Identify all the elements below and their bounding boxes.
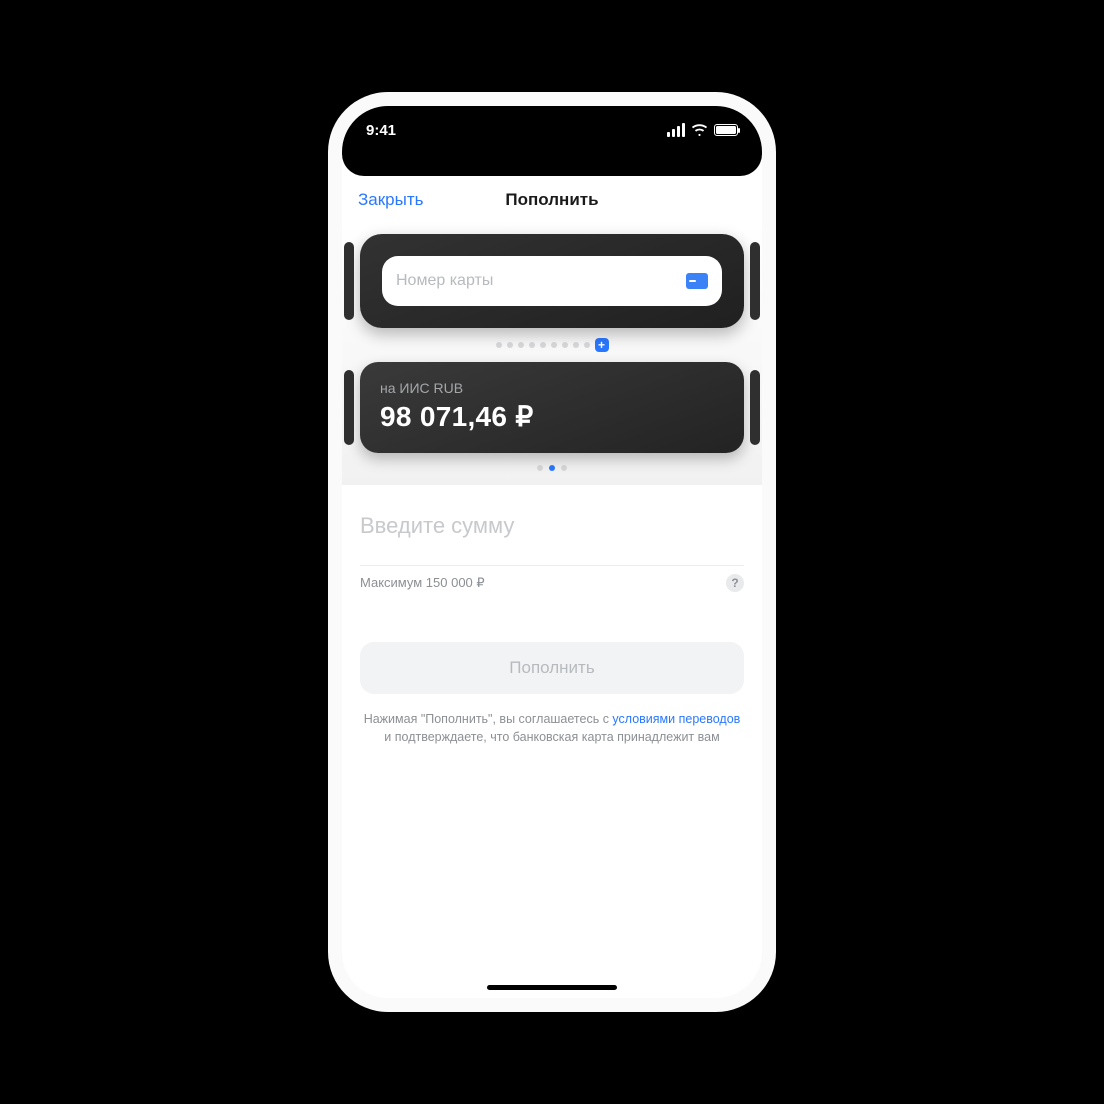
- submit-button[interactable]: Пополнить: [360, 642, 744, 694]
- status-indicators: [667, 123, 738, 137]
- card-carousels: Номер карты +: [342, 224, 762, 485]
- add-card-icon[interactable]: +: [595, 338, 609, 352]
- pager-dot[interactable]: [584, 342, 590, 348]
- amount-form: Введите сумму Максимум 150 000 ₽ ? Попол…: [342, 485, 762, 746]
- pager-dot[interactable]: [562, 342, 568, 348]
- pager-dot[interactable]: [529, 342, 535, 348]
- pager-dot[interactable]: [551, 342, 557, 348]
- status-time: 9:41: [366, 122, 396, 139]
- source-prev-peek[interactable]: [344, 242, 354, 320]
- pager-dot[interactable]: [573, 342, 579, 348]
- battery-icon: [714, 124, 738, 136]
- pager-dot[interactable]: [518, 342, 524, 348]
- pager-dot[interactable]: [507, 342, 513, 348]
- card-number-input[interactable]: Номер карты: [382, 256, 722, 306]
- source-pager: +: [342, 338, 762, 352]
- page-title: Пополнить: [505, 190, 598, 210]
- status-bar: 9:41: [342, 106, 762, 154]
- source-next-peek[interactable]: [750, 242, 760, 320]
- screen: 9:41 Закрыть Пополнить Номер карты: [342, 106, 762, 998]
- home-indicator[interactable]: [487, 985, 617, 990]
- pager-dot[interactable]: [540, 342, 546, 348]
- account-balance: 98 071,46 ₽: [380, 400, 724, 433]
- destination-card-wrap[interactable]: на ИИС RUB 98 071,46 ₽: [342, 362, 762, 453]
- legal-post: и подтверждаете, что банковская карта пр…: [384, 730, 719, 744]
- phone-frame: 9:41 Закрыть Пополнить Номер карты: [328, 92, 776, 1012]
- wifi-icon: [691, 124, 708, 137]
- pager-dot-active[interactable]: [549, 465, 555, 471]
- help-icon[interactable]: ?: [726, 574, 744, 592]
- card-number-placeholder: Номер карты: [396, 272, 493, 290]
- account-label: на ИИС RUB: [380, 380, 724, 396]
- notch: [452, 106, 652, 136]
- nav-bar: Закрыть Пополнить: [342, 176, 762, 224]
- source-card: Номер карты: [360, 234, 744, 328]
- pager-dot[interactable]: [496, 342, 502, 348]
- legal-text: Нажимая "Пополнить", вы соглашаетесь с у…: [360, 710, 744, 746]
- destination-pager: [342, 465, 762, 471]
- max-row: Максимум 150 000 ₽ ?: [360, 566, 744, 592]
- source-card-wrap[interactable]: Номер карты: [342, 234, 762, 328]
- pager-dot[interactable]: [561, 465, 567, 471]
- max-amount-hint: Максимум 150 000 ₽: [360, 575, 485, 591]
- dest-next-peek[interactable]: [750, 370, 760, 445]
- cellular-icon: [667, 123, 685, 137]
- close-button[interactable]: Закрыть: [358, 190, 423, 210]
- amount-input[interactable]: Введите сумму: [360, 513, 744, 539]
- pager-dot[interactable]: [537, 465, 543, 471]
- destination-card: на ИИС RUB 98 071,46 ₽: [360, 362, 744, 453]
- legal-link[interactable]: условиями переводов: [612, 712, 740, 726]
- scan-card-icon[interactable]: [686, 273, 708, 289]
- legal-pre: Нажимая "Пополнить", вы соглашаетесь с: [364, 712, 613, 726]
- status-bar-curve: [342, 154, 762, 176]
- dest-prev-peek[interactable]: [344, 370, 354, 445]
